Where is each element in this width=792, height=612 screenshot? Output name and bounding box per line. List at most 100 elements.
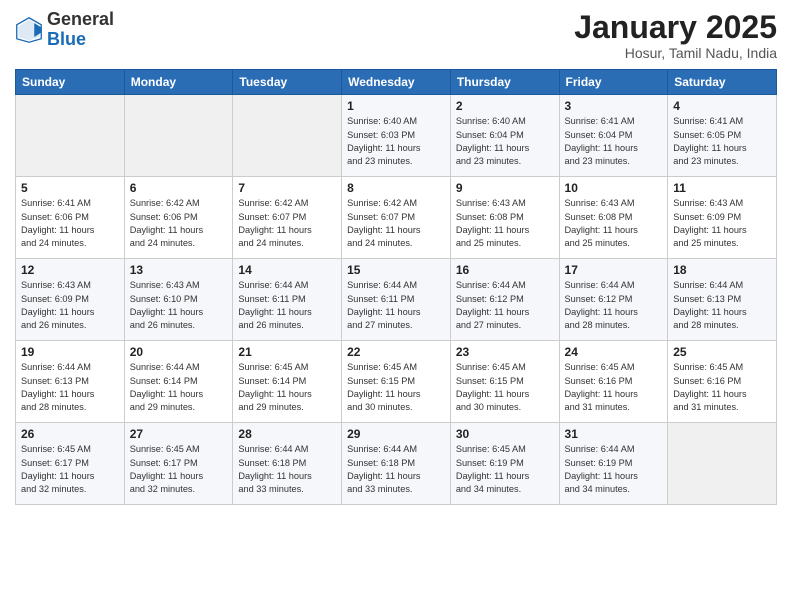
day-number: 8 bbox=[347, 181, 445, 195]
day-info: Sunrise: 6:45 AMSunset: 6:19 PMDaylight:… bbox=[456, 443, 554, 496]
day-info: Sunrise: 6:44 AMSunset: 6:18 PMDaylight:… bbox=[238, 443, 336, 496]
calendar-cell-w3-d1: 12 Sunrise: 6:43 AMSunset: 6:09 PMDayligh… bbox=[16, 259, 125, 341]
logo-text: General Blue bbox=[47, 10, 114, 50]
day-info: Sunrise: 6:43 AMSunset: 6:09 PMDaylight:… bbox=[673, 197, 771, 250]
calendar-cell-w4-d2: 20 Sunrise: 6:44 AMSunset: 6:14 PMDayligh… bbox=[124, 341, 233, 423]
col-monday: Monday bbox=[124, 70, 233, 95]
day-number: 2 bbox=[456, 99, 554, 113]
day-number: 7 bbox=[238, 181, 336, 195]
calendar-cell-w3-d5: 16 Sunrise: 6:44 AMSunset: 6:12 PMDayligh… bbox=[450, 259, 559, 341]
day-number: 22 bbox=[347, 345, 445, 359]
calendar-cell-w3-d6: 17Sunrise: 6:44 AMSunset: 6:12 PMDayligh… bbox=[559, 259, 668, 341]
calendar-cell-w4-d6: 24Sunrise: 6:45 AMSunset: 6:16 PMDayligh… bbox=[559, 341, 668, 423]
day-info: Sunrise: 6:44 AMSunset: 6:19 PMDaylight:… bbox=[565, 443, 663, 496]
calendar-cell-w3-d2: 13Sunrise: 6:43 AMSunset: 6:10 PMDayligh… bbox=[124, 259, 233, 341]
page: General Blue January 2025 Hosur, Tamil N… bbox=[0, 0, 792, 612]
calendar-cell-w2-d5: 9 Sunrise: 6:43 AMSunset: 6:08 PMDaylight… bbox=[450, 177, 559, 259]
day-info: Sunrise: 6:44 AMSunset: 6:12 PMDaylight:… bbox=[456, 279, 554, 332]
calendar-cell-w3-d7: 18 Sunrise: 6:44 AMSunset: 6:13 PMDayligh… bbox=[668, 259, 777, 341]
day-number: 30 bbox=[456, 427, 554, 441]
day-number: 9 bbox=[456, 181, 554, 195]
day-number: 31 bbox=[565, 427, 663, 441]
col-sunday: Sunday bbox=[16, 70, 125, 95]
day-info: Sunrise: 6:40 AMSunset: 6:03 PMDaylight:… bbox=[347, 115, 445, 168]
calendar-cell-w4-d5: 23 Sunrise: 6:45 AMSunset: 6:15 PMDayligh… bbox=[450, 341, 559, 423]
calendar-cell-w1-d7: 4 Sunrise: 6:41 AMSunset: 6:05 PMDaylight… bbox=[668, 95, 777, 177]
calendar-cell-w5-d7 bbox=[668, 423, 777, 505]
day-number: 10 bbox=[565, 181, 663, 195]
day-number: 12 bbox=[21, 263, 119, 277]
day-number: 23 bbox=[456, 345, 554, 359]
day-info: Sunrise: 6:43 AMSunset: 6:09 PMDaylight:… bbox=[21, 279, 119, 332]
day-info: Sunrise: 6:45 AMSunset: 6:16 PMDaylight:… bbox=[565, 361, 663, 414]
week-row-1: 1 Sunrise: 6:40 AMSunset: 6:03 PMDaylight… bbox=[16, 95, 777, 177]
week-row-4: 19Sunrise: 6:44 AMSunset: 6:13 PMDayligh… bbox=[16, 341, 777, 423]
day-info: Sunrise: 6:45 AMSunset: 6:17 PMDaylight:… bbox=[130, 443, 228, 496]
calendar-cell-w2-d7: 11Sunrise: 6:43 AMSunset: 6:09 PMDayligh… bbox=[668, 177, 777, 259]
day-info: Sunrise: 6:41 AMSunset: 6:05 PMDaylight:… bbox=[673, 115, 771, 168]
month-title: January 2025 bbox=[574, 10, 777, 45]
week-row-5: 26 Sunrise: 6:45 AMSunset: 6:17 PMDayligh… bbox=[16, 423, 777, 505]
calendar-cell-w2-d2: 6Sunrise: 6:42 AMSunset: 6:06 PMDaylight… bbox=[124, 177, 233, 259]
day-number: 14 bbox=[238, 263, 336, 277]
title-block: January 2025 Hosur, Tamil Nadu, India bbox=[574, 10, 777, 61]
week-row-3: 12 Sunrise: 6:43 AMSunset: 6:09 PMDayligh… bbox=[16, 259, 777, 341]
day-info: Sunrise: 6:45 AMSunset: 6:17 PMDaylight:… bbox=[21, 443, 119, 496]
calendar-cell-w5-d4: 29 Sunrise: 6:44 AMSunset: 6:18 PMDayligh… bbox=[342, 423, 451, 505]
day-info: Sunrise: 6:44 AMSunset: 6:14 PMDaylight:… bbox=[130, 361, 228, 414]
day-info: Sunrise: 6:44 AMSunset: 6:18 PMDaylight:… bbox=[347, 443, 445, 496]
day-info: Sunrise: 6:44 AMSunset: 6:11 PMDaylight:… bbox=[347, 279, 445, 332]
day-info: Sunrise: 6:41 AMSunset: 6:06 PMDaylight:… bbox=[21, 197, 119, 250]
calendar-cell-w3-d4: 15 Sunrise: 6:44 AMSunset: 6:11 PMDayligh… bbox=[342, 259, 451, 341]
day-info: Sunrise: 6:41 AMSunset: 6:04 PMDaylight:… bbox=[565, 115, 663, 168]
col-tuesday: Tuesday bbox=[233, 70, 342, 95]
day-info: Sunrise: 6:45 AMSunset: 6:15 PMDaylight:… bbox=[347, 361, 445, 414]
calendar-cell-w4-d7: 25 Sunrise: 6:45 AMSunset: 6:16 PMDayligh… bbox=[668, 341, 777, 423]
day-info: Sunrise: 6:40 AMSunset: 6:04 PMDaylight:… bbox=[456, 115, 554, 168]
day-info: Sunrise: 6:45 AMSunset: 6:16 PMDaylight:… bbox=[673, 361, 771, 414]
calendar-table: Sunday Monday Tuesday Wednesday Thursday… bbox=[15, 69, 777, 505]
day-info: Sunrise: 6:43 AMSunset: 6:08 PMDaylight:… bbox=[456, 197, 554, 250]
day-number: 18 bbox=[673, 263, 771, 277]
day-number: 1 bbox=[347, 99, 445, 113]
day-number: 15 bbox=[347, 263, 445, 277]
logo-blue-text: Blue bbox=[47, 29, 86, 49]
day-number: 21 bbox=[238, 345, 336, 359]
day-number: 16 bbox=[456, 263, 554, 277]
day-info: Sunrise: 6:42 AMSunset: 6:07 PMDaylight:… bbox=[238, 197, 336, 250]
calendar-cell-w5-d2: 27Sunrise: 6:45 AMSunset: 6:17 PMDayligh… bbox=[124, 423, 233, 505]
calendar-cell-w5-d3: 28 Sunrise: 6:44 AMSunset: 6:18 PMDayligh… bbox=[233, 423, 342, 505]
header: General Blue January 2025 Hosur, Tamil N… bbox=[15, 10, 777, 61]
day-info: Sunrise: 6:44 AMSunset: 6:13 PMDaylight:… bbox=[673, 279, 771, 332]
logo-general-text: General bbox=[47, 9, 114, 29]
calendar-cell-w1-d5: 2 Sunrise: 6:40 AMSunset: 6:04 PMDaylight… bbox=[450, 95, 559, 177]
calendar-cell-w2-d1: 5 Sunrise: 6:41 AMSunset: 6:06 PMDaylight… bbox=[16, 177, 125, 259]
week-row-2: 5 Sunrise: 6:41 AMSunset: 6:06 PMDaylight… bbox=[16, 177, 777, 259]
col-saturday: Saturday bbox=[668, 70, 777, 95]
day-info: Sunrise: 6:43 AMSunset: 6:10 PMDaylight:… bbox=[130, 279, 228, 332]
day-number: 28 bbox=[238, 427, 336, 441]
day-info: Sunrise: 6:43 AMSunset: 6:08 PMDaylight:… bbox=[565, 197, 663, 250]
day-number: 4 bbox=[673, 99, 771, 113]
day-number: 20 bbox=[130, 345, 228, 359]
day-info: Sunrise: 6:45 AMSunset: 6:15 PMDaylight:… bbox=[456, 361, 554, 414]
calendar-cell-w1-d3 bbox=[233, 95, 342, 177]
calendar-cell-w1-d4: 1 Sunrise: 6:40 AMSunset: 6:03 PMDaylight… bbox=[342, 95, 451, 177]
calendar-cell-w4-d3: 21 Sunrise: 6:45 AMSunset: 6:14 PMDayligh… bbox=[233, 341, 342, 423]
day-number: 29 bbox=[347, 427, 445, 441]
day-info: Sunrise: 6:44 AMSunset: 6:12 PMDaylight:… bbox=[565, 279, 663, 332]
day-number: 26 bbox=[21, 427, 119, 441]
calendar-cell-w2-d4: 8 Sunrise: 6:42 AMSunset: 6:07 PMDaylight… bbox=[342, 177, 451, 259]
logo: General Blue bbox=[15, 10, 114, 50]
calendar-cell-w2-d3: 7 Sunrise: 6:42 AMSunset: 6:07 PMDaylight… bbox=[233, 177, 342, 259]
col-wednesday: Wednesday bbox=[342, 70, 451, 95]
calendar-cell-w4-d1: 19Sunrise: 6:44 AMSunset: 6:13 PMDayligh… bbox=[16, 341, 125, 423]
day-number: 25 bbox=[673, 345, 771, 359]
day-info: Sunrise: 6:42 AMSunset: 6:07 PMDaylight:… bbox=[347, 197, 445, 250]
calendar-header-row: Sunday Monday Tuesday Wednesday Thursday… bbox=[16, 70, 777, 95]
day-number: 3 bbox=[565, 99, 663, 113]
day-info: Sunrise: 6:45 AMSunset: 6:14 PMDaylight:… bbox=[238, 361, 336, 414]
col-thursday: Thursday bbox=[450, 70, 559, 95]
day-number: 19 bbox=[21, 345, 119, 359]
day-number: 5 bbox=[21, 181, 119, 195]
